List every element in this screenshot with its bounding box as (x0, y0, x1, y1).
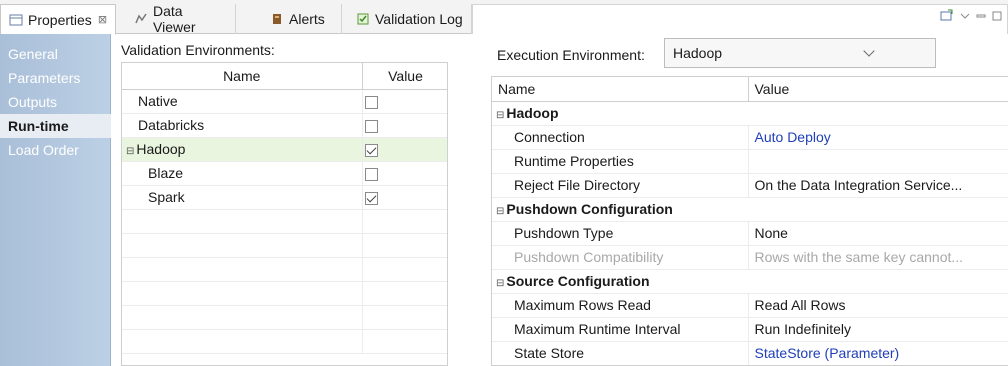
property-name: Connection (492, 125, 749, 150)
table-row-empty (122, 305, 447, 330)
group-title: Pushdown Configuration (506, 201, 673, 217)
collapse-icon[interactable]: ⊟ (496, 206, 504, 217)
tab-validation-log[interactable]: Validation Log (348, 4, 472, 34)
collapse-icon[interactable]: ⊟ (126, 146, 134, 157)
minimize-icon[interactable] (976, 8, 986, 24)
env-name: Hadoop (136, 141, 186, 157)
new-window-icon[interactable] (940, 8, 954, 24)
tab-label: Validation Log (375, 11, 463, 27)
property-name: Pushdown Type (492, 221, 749, 246)
tab-label: Alerts (289, 11, 325, 27)
property-row-pushdown-type[interactable]: Pushdown Type None (492, 221, 1008, 246)
hadoop-checkbox[interactable] (364, 143, 378, 157)
group-title: Hadoop (506, 105, 559, 121)
property-value[interactable] (748, 149, 1008, 174)
state-store-link[interactable]: StateStore (Parameter) (748, 341, 1008, 365)
property-row-maximum-rows-read[interactable]: Maximum Rows Read Read All Rows (492, 293, 1008, 318)
group-row-pushdown[interactable]: ⊟ Pushdown Configuration (492, 197, 1008, 222)
table-row-blaze[interactable]: Blaze (122, 161, 447, 186)
column-header-value[interactable]: Value (362, 63, 447, 90)
env-name: Blaze (122, 161, 363, 186)
property-value[interactable]: Run Indefinitely (748, 317, 1008, 342)
connection-link[interactable]: Auto Deploy (748, 125, 1008, 150)
collapse-icon[interactable]: ⊟ (496, 278, 504, 289)
close-icon[interactable]: ⊠ (98, 13, 107, 26)
table-row-empty (122, 257, 447, 282)
table-row-empty (122, 233, 447, 258)
property-row-reject-file-directory[interactable]: Reject File Directory On the Data Integr… (492, 173, 1008, 198)
view-menu-icon[interactable] (960, 8, 970, 24)
tab-properties[interactable]: Properties ⊠ (0, 4, 116, 35)
env-name: Spark (122, 185, 363, 210)
property-row-runtime-properties[interactable]: Runtime Properties (492, 149, 1008, 174)
execution-properties-table: Name Value ⊟ Hadoop Connection Auto Deplo… (491, 76, 1008, 366)
property-row-connection[interactable]: Connection Auto Deploy (492, 125, 1008, 150)
group-title: Source Configuration (506, 273, 650, 289)
sidebar-item-general[interactable]: General (0, 42, 110, 66)
properties-sidebar: General Parameters Outputs Run-time Load… (0, 34, 111, 366)
column-header-name[interactable]: Name (492, 77, 749, 102)
view-toolbar (940, 8, 1002, 24)
validation-environments-label: Validation Environments: (121, 42, 275, 58)
collapse-icon[interactable]: ⊟ (496, 110, 504, 121)
table-row-spark[interactable]: Spark (122, 185, 447, 210)
property-value[interactable]: None (748, 221, 1008, 246)
view-tab-bar: Properties ⊠ Data Viewer Alerts Validati… (0, 0, 1008, 35)
group-row-hadoop[interactable]: ⊟ Hadoop (492, 101, 1008, 126)
property-row-state-store[interactable]: State Store StateStore (Parameter) (492, 341, 1008, 365)
property-name: Maximum Runtime Interval (492, 317, 749, 342)
table-row-native[interactable]: Native (122, 89, 447, 114)
table-row-hadoop[interactable]: ⊟ Hadoop (122, 137, 447, 162)
env-name: Native (122, 89, 363, 114)
property-value: Rows with the same key cannot... (748, 245, 1008, 270)
property-value[interactable]: Read All Rows (748, 293, 1008, 318)
tab-label: Properties (28, 11, 92, 28)
property-name: Maximum Rows Read (492, 293, 749, 318)
tab-data-viewer[interactable]: Data Viewer (126, 3, 236, 35)
tab-alerts[interactable]: Alerts (262, 4, 342, 34)
table-row-databricks[interactable]: Databricks (122, 113, 447, 138)
column-header-name[interactable]: Name (122, 63, 363, 90)
sidebar-item-parameters[interactable]: Parameters (0, 66, 110, 90)
execution-environment-label: Execution Environment: (497, 47, 645, 63)
property-row-maximum-runtime-interval[interactable]: Maximum Runtime Interval Run Indefinitel… (492, 317, 1008, 342)
table-row-empty (122, 329, 447, 354)
validation-environments-table: Name Value Native Databricks ⊟ Hadoop Bla… (121, 62, 448, 366)
execution-environment-select[interactable]: Hadoop (664, 38, 936, 68)
property-name: Pushdown Compatibility (492, 245, 749, 270)
table-row-empty (122, 281, 447, 306)
maximize-icon[interactable] (992, 8, 1002, 24)
properties-icon (9, 13, 23, 27)
data-viewer-icon (134, 12, 148, 26)
property-name: Runtime Properties (492, 149, 749, 174)
selected-value: Hadoop (673, 45, 723, 61)
property-row-pushdown-compatibility: Pushdown Compatibility Rows with the sam… (492, 245, 1008, 270)
property-value[interactable]: On the Data Integration Service... (748, 173, 1008, 198)
alerts-icon (270, 12, 284, 26)
sidebar-item-load-order[interactable]: Load Order (0, 138, 110, 162)
env-name: Databricks (122, 113, 363, 138)
table-row-empty (122, 209, 447, 234)
group-row-source[interactable]: ⊟ Source Configuration (492, 269, 1008, 294)
tab-strip-empty (472, 4, 1008, 34)
property-name: State Store (492, 341, 749, 365)
databricks-checkbox[interactable] (364, 119, 378, 133)
native-checkbox[interactable] (364, 95, 378, 109)
sidebar-item-run-time[interactable]: Run-time (0, 114, 111, 138)
spark-checkbox[interactable] (364, 191, 378, 205)
sidebar-item-outputs[interactable]: Outputs (0, 90, 110, 114)
chevron-down-icon (863, 45, 875, 57)
validation-log-icon (356, 12, 370, 26)
column-header-value[interactable]: Value (748, 77, 1008, 102)
tab-label: Data Viewer (153, 3, 196, 35)
property-name: Reject File Directory (492, 173, 749, 198)
blaze-checkbox[interactable] (364, 167, 378, 181)
